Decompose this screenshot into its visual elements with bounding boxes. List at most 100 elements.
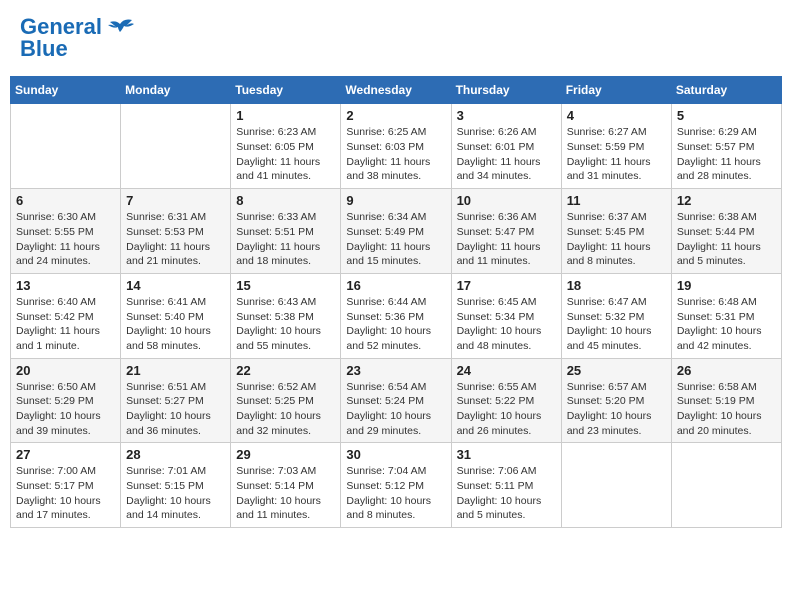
day-info: Sunrise: 6:43 AM Sunset: 5:38 PM Dayligh… <box>236 295 335 354</box>
logo-blue: Blue <box>20 37 68 61</box>
calendar-cell: 17 Sunrise: 6:45 AM Sunset: 5:34 PM Dayli… <box>451 273 561 358</box>
calendar-cell: 24 Sunrise: 6:55 AM Sunset: 5:22 PM Dayli… <box>451 358 561 443</box>
day-number: 21 <box>126 363 225 378</box>
day-info: Sunrise: 6:27 AM Sunset: 5:59 PM Dayligh… <box>567 125 666 184</box>
week-row-5: 27 Sunrise: 7:00 AM Sunset: 5:17 PM Dayli… <box>11 443 782 528</box>
day-info: Sunrise: 6:54 AM Sunset: 5:24 PM Dayligh… <box>346 380 445 439</box>
day-number: 5 <box>677 108 776 123</box>
day-number: 20 <box>16 363 115 378</box>
calendar-cell: 30 Sunrise: 7:04 AM Sunset: 5:12 PM Dayli… <box>341 443 451 528</box>
day-info: Sunrise: 6:31 AM Sunset: 5:53 PM Dayligh… <box>126 210 225 269</box>
day-info: Sunrise: 6:57 AM Sunset: 5:20 PM Dayligh… <box>567 380 666 439</box>
calendar-cell: 13 Sunrise: 6:40 AM Sunset: 5:42 PM Dayli… <box>11 273 121 358</box>
day-info: Sunrise: 6:48 AM Sunset: 5:31 PM Dayligh… <box>677 295 776 354</box>
day-number: 7 <box>126 193 225 208</box>
day-number: 30 <box>346 447 445 462</box>
page-header: General Blue <box>10 10 782 66</box>
day-number: 18 <box>567 278 666 293</box>
calendar-cell: 28Sunrise: 7:01 AM Sunset: 5:15 PM Dayli… <box>121 443 231 528</box>
day-number: 23 <box>346 363 445 378</box>
day-info: Sunrise: 7:04 AM Sunset: 5:12 PM Dayligh… <box>346 464 445 523</box>
calendar-cell: 14 Sunrise: 6:41 AM Sunset: 5:40 PM Dayli… <box>121 273 231 358</box>
week-row-4: 20 Sunrise: 6:50 AM Sunset: 5:29 PM Dayli… <box>11 358 782 443</box>
day-info: Sunrise: 6:34 AM Sunset: 5:49 PM Dayligh… <box>346 210 445 269</box>
day-number: 14 <box>126 278 225 293</box>
day-number: 27 <box>16 447 115 462</box>
calendar-cell: 11 Sunrise: 6:37 AM Sunset: 5:45 PM Dayli… <box>561 189 671 274</box>
calendar-cell <box>671 443 781 528</box>
day-number: 26 <box>677 363 776 378</box>
day-number: 6 <box>16 193 115 208</box>
day-info: Sunrise: 6:45 AM Sunset: 5:34 PM Dayligh… <box>457 295 556 354</box>
weekday-header-wednesday: Wednesday <box>341 77 451 104</box>
day-info: Sunrise: 6:29 AM Sunset: 5:57 PM Dayligh… <box>677 125 776 184</box>
day-info: Sunrise: 6:40 AM Sunset: 5:42 PM Dayligh… <box>16 295 115 354</box>
day-number: 3 <box>457 108 556 123</box>
calendar-cell: 21 Sunrise: 6:51 AM Sunset: 5:27 PM Dayli… <box>121 358 231 443</box>
day-info: Sunrise: 6:58 AM Sunset: 5:19 PM Dayligh… <box>677 380 776 439</box>
day-number: 11 <box>567 193 666 208</box>
day-number: 25 <box>567 363 666 378</box>
day-info: Sunrise: 7:00 AM Sunset: 5:17 PM Dayligh… <box>16 464 115 523</box>
day-number: 15 <box>236 278 335 293</box>
calendar-cell: 29Sunrise: 7:03 AM Sunset: 5:14 PM Dayli… <box>231 443 341 528</box>
day-info: Sunrise: 6:50 AM Sunset: 5:29 PM Dayligh… <box>16 380 115 439</box>
day-number: 28 <box>126 447 225 462</box>
day-info: Sunrise: 6:41 AM Sunset: 5:40 PM Dayligh… <box>126 295 225 354</box>
calendar-cell: 10Sunrise: 6:36 AM Sunset: 5:47 PM Dayli… <box>451 189 561 274</box>
day-info: Sunrise: 6:37 AM Sunset: 5:45 PM Dayligh… <box>567 210 666 269</box>
calendar-cell: 9Sunrise: 6:34 AM Sunset: 5:49 PM Daylig… <box>341 189 451 274</box>
day-info: Sunrise: 6:38 AM Sunset: 5:44 PM Dayligh… <box>677 210 776 269</box>
calendar-cell: 8 Sunrise: 6:33 AM Sunset: 5:51 PM Daylig… <box>231 189 341 274</box>
day-info: Sunrise: 6:47 AM Sunset: 5:32 PM Dayligh… <box>567 295 666 354</box>
weekday-header-row: SundayMondayTuesdayWednesdayThursdayFrid… <box>11 77 782 104</box>
weekday-header-tuesday: Tuesday <box>231 77 341 104</box>
calendar-cell: 1 Sunrise: 6:23 AM Sunset: 6:05 PM Daylig… <box>231 104 341 189</box>
calendar-cell: 12 Sunrise: 6:38 AM Sunset: 5:44 PM Dayli… <box>671 189 781 274</box>
calendar-cell <box>561 443 671 528</box>
day-number: 19 <box>677 278 776 293</box>
calendar-cell <box>11 104 121 189</box>
calendar-cell: 26 Sunrise: 6:58 AM Sunset: 5:19 PM Dayli… <box>671 358 781 443</box>
day-number: 2 <box>346 108 445 123</box>
day-info: Sunrise: 6:52 AM Sunset: 5:25 PM Dayligh… <box>236 380 335 439</box>
day-info: Sunrise: 6:55 AM Sunset: 5:22 PM Dayligh… <box>457 380 556 439</box>
day-number: 24 <box>457 363 556 378</box>
day-number: 1 <box>236 108 335 123</box>
weekday-header-saturday: Saturday <box>671 77 781 104</box>
calendar-cell: 3Sunrise: 6:26 AM Sunset: 6:01 PM Daylig… <box>451 104 561 189</box>
calendar-cell: 22 Sunrise: 6:52 AM Sunset: 5:25 PM Dayli… <box>231 358 341 443</box>
logo-bird-icon <box>106 16 134 38</box>
day-number: 10 <box>457 193 556 208</box>
calendar-cell: 5 Sunrise: 6:29 AM Sunset: 5:57 PM Daylig… <box>671 104 781 189</box>
logo: General Blue <box>20 15 134 61</box>
day-info: Sunrise: 6:23 AM Sunset: 6:05 PM Dayligh… <box>236 125 335 184</box>
calendar-cell: 19 Sunrise: 6:48 AM Sunset: 5:31 PM Dayli… <box>671 273 781 358</box>
weekday-header-friday: Friday <box>561 77 671 104</box>
week-row-1: 1 Sunrise: 6:23 AM Sunset: 6:05 PM Daylig… <box>11 104 782 189</box>
calendar-cell: 18 Sunrise: 6:47 AM Sunset: 5:32 PM Dayli… <box>561 273 671 358</box>
day-info: Sunrise: 7:03 AM Sunset: 5:14 PM Dayligh… <box>236 464 335 523</box>
day-info: Sunrise: 6:25 AM Sunset: 6:03 PM Dayligh… <box>346 125 445 184</box>
calendar-cell: 7 Sunrise: 6:31 AM Sunset: 5:53 PM Daylig… <box>121 189 231 274</box>
week-row-3: 13 Sunrise: 6:40 AM Sunset: 5:42 PM Dayli… <box>11 273 782 358</box>
day-info: Sunrise: 6:33 AM Sunset: 5:51 PM Dayligh… <box>236 210 335 269</box>
weekday-header-thursday: Thursday <box>451 77 561 104</box>
week-row-2: 6Sunrise: 6:30 AM Sunset: 5:55 PM Daylig… <box>11 189 782 274</box>
day-number: 12 <box>677 193 776 208</box>
day-number: 16 <box>346 278 445 293</box>
day-number: 13 <box>16 278 115 293</box>
calendar-cell: 15 Sunrise: 6:43 AM Sunset: 5:38 PM Dayli… <box>231 273 341 358</box>
day-number: 17 <box>457 278 556 293</box>
calendar-cell: 20 Sunrise: 6:50 AM Sunset: 5:29 PM Dayli… <box>11 358 121 443</box>
day-number: 8 <box>236 193 335 208</box>
weekday-header-sunday: Sunday <box>11 77 121 104</box>
day-number: 22 <box>236 363 335 378</box>
calendar-cell: 6Sunrise: 6:30 AM Sunset: 5:55 PM Daylig… <box>11 189 121 274</box>
day-info: Sunrise: 6:51 AM Sunset: 5:27 PM Dayligh… <box>126 380 225 439</box>
calendar-cell: 4Sunrise: 6:27 AM Sunset: 5:59 PM Daylig… <box>561 104 671 189</box>
calendar-cell: 23 Sunrise: 6:54 AM Sunset: 5:24 PM Dayli… <box>341 358 451 443</box>
calendar-cell: 27 Sunrise: 7:00 AM Sunset: 5:17 PM Dayli… <box>11 443 121 528</box>
calendar-cell: 2 Sunrise: 6:25 AM Sunset: 6:03 PM Daylig… <box>341 104 451 189</box>
calendar-table: SundayMondayTuesdayWednesdayThursdayFrid… <box>10 76 782 528</box>
